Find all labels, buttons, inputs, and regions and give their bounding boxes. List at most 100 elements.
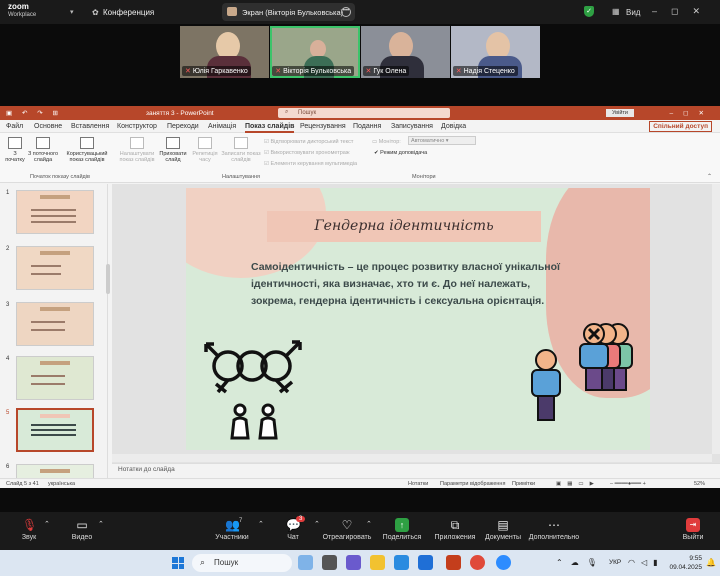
comments-toggle[interactable]: Примітки: [512, 481, 535, 487]
chevron-up-icon[interactable]: ⌃: [258, 520, 264, 528]
taskbar-clock[interactable]: 9:55 09.04.2025: [662, 554, 702, 572]
chevron-up-icon[interactable]: ⌃: [44, 520, 50, 528]
chevron-up-icon[interactable]: ⌃: [98, 520, 104, 528]
security-shield-icon[interactable]: ✓: [584, 6, 594, 17]
zoom-slider[interactable]: – ━━━━●━━━ +: [610, 481, 646, 487]
slideshow-current-icon: [36, 137, 50, 149]
meeting-menu[interactable]: ✿ Конференция: [92, 8, 154, 17]
share-screen-button[interactable]: ↑ Поделиться: [375, 518, 429, 541]
participant-tile[interactable]: ✕ Юлія Гаркавенко: [180, 26, 270, 78]
custom-show-button[interactable]: Користувацький показ слайдів: [62, 137, 112, 163]
participants-count: 7: [239, 518, 243, 524]
chat-badge: 3: [296, 516, 306, 522]
teams-icon[interactable]: [346, 555, 361, 570]
tab-design[interactable]: Конструктор: [117, 123, 157, 130]
tab-animations[interactable]: Анімація: [208, 123, 236, 130]
tab-record[interactable]: Записування: [391, 123, 433, 130]
ppt-window-controls[interactable]: –◻✕: [670, 109, 714, 117]
share-screen-icon: ↑: [395, 518, 409, 532]
widgets-icon[interactable]: [298, 555, 313, 570]
participant-tile[interactable]: ✕ Гук Олена: [360, 26, 450, 78]
slide-title: Гендерна ідентичність: [314, 218, 494, 234]
play-narrations-checkbox[interactable]: ☑ Відтворювати дикторський текст: [264, 139, 353, 145]
apps-button[interactable]: ⧉ Приложения: [428, 518, 482, 541]
tab-file[interactable]: Файл: [6, 123, 23, 130]
notes-placeholder: Нотатки до слайда: [118, 466, 175, 473]
app-name: zoom: [8, 2, 29, 11]
from-current-button[interactable]: З поточного слайда: [26, 137, 60, 163]
tab-transitions[interactable]: Переходи: [167, 123, 199, 130]
search-box[interactable]: ⌕ Пошук: [278, 108, 450, 118]
sign-in-button[interactable]: Увійти: [606, 109, 634, 117]
more-options-icon[interactable]: •••: [341, 7, 351, 17]
chevron-up-icon[interactable]: ⌃: [366, 520, 372, 528]
slide-title-box[interactable]: Гендерна ідентичність: [267, 211, 541, 242]
notes-toggle[interactable]: Нотатки: [408, 481, 428, 487]
slide-thumbnail[interactable]: [16, 356, 94, 400]
mic-muted-icon: ✕: [275, 68, 282, 75]
hide-slide-icon: [166, 137, 180, 149]
chat-button[interactable]: 💬 3 Чат: [266, 516, 320, 541]
slide-vertical-scrollbar[interactable]: [712, 184, 720, 454]
slide-thumbnail-selected[interactable]: [16, 408, 94, 452]
taskbar-search[interactable]: ⌕ Пошук: [192, 554, 292, 572]
task-view-icon[interactable]: [322, 555, 337, 570]
display-settings[interactable]: Параметри відображення: [440, 481, 505, 487]
setup-show-button[interactable]: Налаштувати показ слайдів: [116, 137, 158, 163]
leave-button[interactable]: ⇥ Выйти: [666, 518, 720, 541]
participant-tile[interactable]: ✕ Надія Стеценко: [450, 26, 540, 78]
screen-share-icon: [227, 7, 237, 16]
chevron-down-icon[interactable]: ▾: [70, 8, 74, 16]
notifications-icon[interactable]: 🔔: [706, 558, 716, 567]
screen-share-indicator[interactable]: Экран (Вікторія Бульковська) •••: [222, 3, 355, 21]
slide-thumbnail[interactable]: [16, 246, 94, 290]
documents-button[interactable]: ▤ Документы: [476, 518, 530, 541]
slideshow-icon: [8, 137, 22, 149]
view-buttons[interactable]: ▣▦▭▶: [556, 481, 600, 487]
chrome-icon[interactable]: [470, 555, 485, 570]
chevron-up-icon[interactable]: ⌃: [314, 520, 320, 528]
participant-tile-active[interactable]: ✕ Вікторія Бульковська: [270, 26, 360, 78]
app-subtitle: Workplace: [8, 12, 37, 18]
thumbnail-scrollbar[interactable]: [106, 264, 110, 294]
hide-slide-button[interactable]: Приховати слайд: [158, 137, 188, 163]
windows-start-icon[interactable]: [172, 557, 184, 569]
quick-access-toolbar[interactable]: ▣ ↶ ↷ ⊞: [6, 109, 62, 117]
file-explorer-icon[interactable]: [370, 555, 385, 570]
edge-icon[interactable]: [394, 555, 409, 570]
slide-body-text[interactable]: Самоідентичність – це процес розвитку вл…: [251, 259, 561, 310]
zoom-app-icon[interactable]: [496, 555, 511, 570]
tab-insert[interactable]: Вставлення: [71, 123, 109, 130]
tab-slide-show[interactable]: Показ слайдів: [245, 123, 295, 133]
record-show-button[interactable]: Записати показ слайдів: [220, 137, 262, 163]
store-icon[interactable]: [418, 555, 433, 570]
window-controls[interactable]: –◻✕: [652, 6, 714, 17]
tab-view[interactable]: Подання: [353, 123, 381, 130]
zoom-level[interactable]: 52%: [694, 481, 705, 487]
tab-home[interactable]: Основне: [34, 123, 62, 130]
view-button[interactable]: Вид: [626, 8, 640, 17]
network-volume-icons[interactable]: ◠◁▮: [628, 558, 664, 567]
rehearse-button[interactable]: Репетиція часу: [190, 137, 220, 163]
tab-review[interactable]: Рецензування: [300, 123, 346, 130]
collapse-ribbon-icon[interactable]: ⌃: [707, 173, 712, 180]
participants-button[interactable]: 👥 7 Участники: [205, 518, 259, 541]
presenter-view-checkbox[interactable]: ✔ Режим доповідача: [374, 150, 427, 156]
system-tray[interactable]: ⌃☁🎙: [556, 558, 605, 567]
document-title: заняття 3 - PowerPoint: [146, 110, 214, 117]
notes-pane[interactable]: Нотатки до слайда: [112, 463, 720, 475]
share-button[interactable]: Спільний доступ: [649, 121, 712, 132]
from-start-button[interactable]: З початку: [4, 137, 26, 163]
monitor-select[interactable]: Автоматично ▾: [408, 136, 476, 145]
more-button[interactable]: ⋯ Дополнительно: [527, 518, 581, 541]
slide-horizontal-scrollbar[interactable]: [112, 454, 712, 462]
powerpoint-icon[interactable]: [446, 555, 461, 570]
language-indicator[interactable]: УКР: [609, 559, 621, 566]
language-indicator[interactable]: українська: [48, 481, 75, 487]
tab-help[interactable]: Довідка: [441, 123, 466, 130]
current-slide[interactable]: Гендерна ідентичність Самоідентичність –…: [186, 188, 650, 450]
use-timings-checkbox[interactable]: ☑ Використовувати хронометраж: [264, 150, 350, 156]
slide-thumbnail[interactable]: [16, 302, 94, 346]
media-controls-checkbox[interactable]: ☑ Елементи керування мультимедіа: [264, 161, 357, 167]
slide-thumbnail[interactable]: [16, 190, 94, 234]
